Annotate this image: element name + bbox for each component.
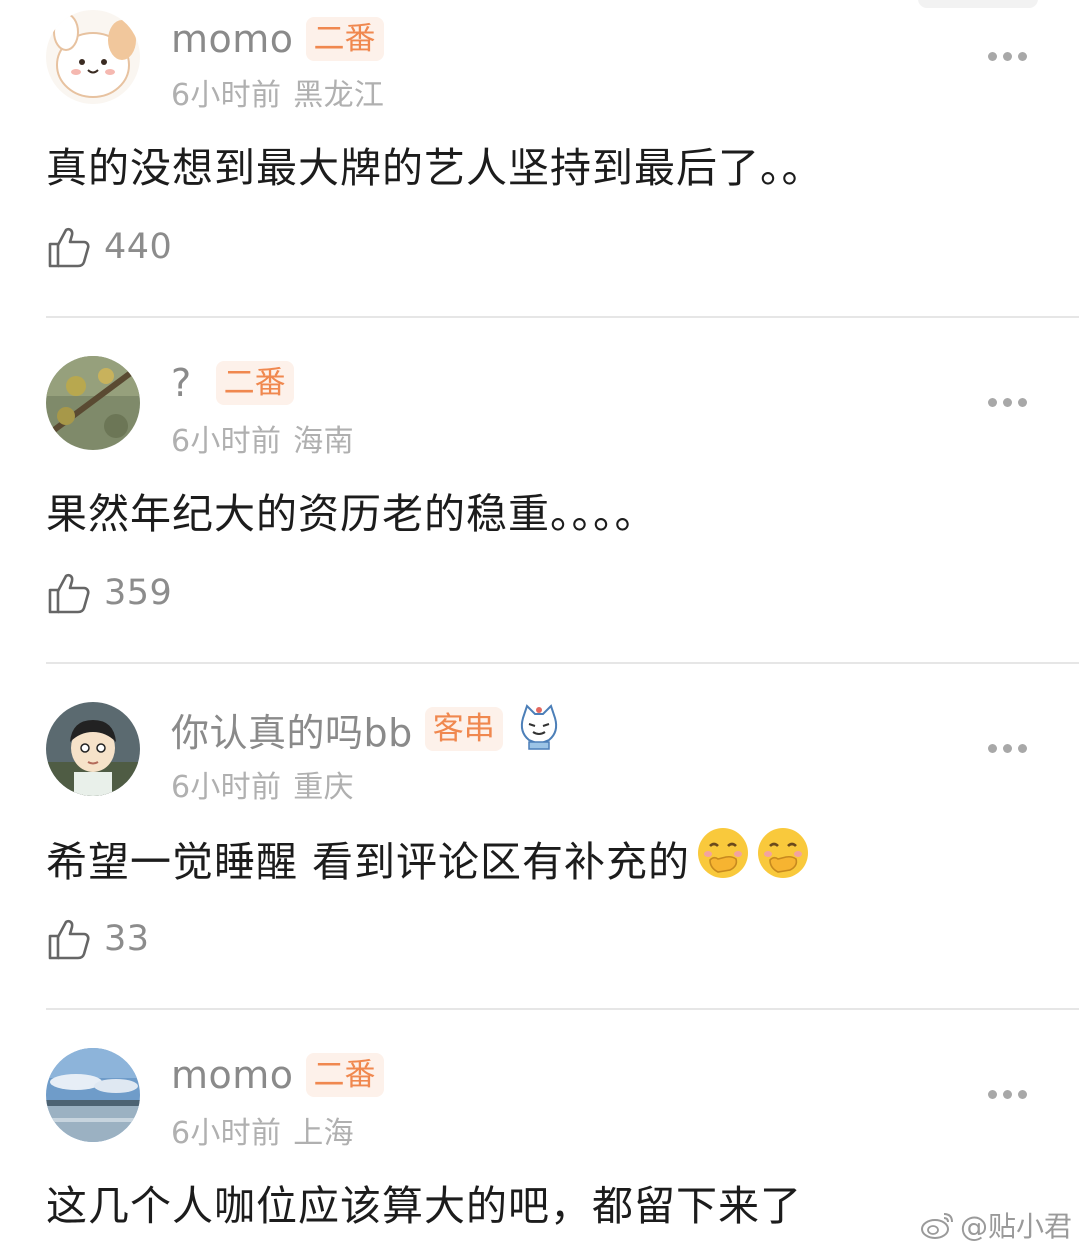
- top-scroll-indicator: [918, 0, 1038, 8]
- more-options-icon[interactable]: [988, 398, 1027, 407]
- avatar[interactable]: [46, 10, 140, 104]
- like-button[interactable]: 359: [46, 570, 172, 616]
- username[interactable]: momo: [171, 17, 294, 61]
- more-options-icon[interactable]: [988, 52, 1027, 61]
- role-badge: 客串: [424, 707, 503, 751]
- face-with-hand-over-mouth-emoji-icon: [756, 826, 810, 890]
- comment-meta: 6小时前 海南: [171, 416, 354, 460]
- comment-meta: 6小时前 黑龙江: [171, 70, 384, 114]
- watermark-text: @贴小君: [960, 1210, 1073, 1243]
- more-options-icon[interactable]: [988, 744, 1027, 753]
- comment-text: 希望一觉睡醒 看到评论区有补充的: [46, 838, 691, 886]
- cartoon-boy-avatar-icon: [46, 702, 140, 796]
- username[interactable]: momo: [171, 1053, 294, 1097]
- face-with-hand-over-mouth-emoji-icon: [696, 826, 750, 890]
- cat-emoji-icon: [517, 704, 561, 754]
- comment-location: 重庆: [293, 770, 354, 805]
- like-button[interactable]: 33: [46, 916, 150, 962]
- username[interactable]: ?: [171, 361, 192, 405]
- comment-meta: 6小时前 重庆: [171, 762, 354, 806]
- comment-text: 果然年纪大的资历老的稳重。。。。: [46, 490, 657, 538]
- role-badge: 二番: [305, 17, 384, 61]
- comment-time: 6小时前: [171, 78, 282, 113]
- divider: [46, 1008, 1079, 1010]
- avatar[interactable]: [46, 702, 140, 796]
- sky-photo-avatar-icon: [46, 1048, 140, 1142]
- comment-time: 6小时前: [171, 770, 282, 805]
- role-badge: 二番: [305, 1053, 384, 1097]
- avatar[interactable]: [46, 356, 140, 450]
- like-count: 440: [104, 227, 173, 267]
- username[interactable]: 你认真的吗bb: [171, 702, 413, 757]
- comment-location: 黑龙江: [293, 78, 385, 113]
- comment-location: 上海: [293, 1116, 354, 1151]
- comment-text: 真的没想到最大牌的艺人坚持到最后了。。: [46, 144, 824, 192]
- like-count: 359: [104, 573, 173, 613]
- role-badge: 二番: [215, 361, 294, 405]
- thumbs-up-icon: [48, 919, 90, 960]
- thumbs-up-icon: [48, 227, 90, 268]
- more-options-icon[interactable]: [988, 1090, 1027, 1099]
- comment-location: 海南: [293, 424, 354, 459]
- cartoon-bunny-avatar-icon: [46, 10, 140, 104]
- comment-text: 这几个人咖位应该算大的吧，都留下来了: [46, 1182, 802, 1230]
- plant-photo-avatar-icon: [46, 356, 140, 450]
- comment-text-row: 希望一觉睡醒 看到评论区有补充的: [46, 826, 810, 890]
- weibo-icon: [921, 1213, 953, 1239]
- like-button[interactable]: 440: [46, 224, 172, 270]
- thumbs-up-icon: [48, 573, 90, 614]
- divider: [46, 662, 1079, 664]
- like-count: 33: [104, 919, 150, 959]
- watermark: @贴小君: [920, 1205, 1072, 1245]
- divider: [46, 316, 1079, 318]
- avatar[interactable]: [46, 1048, 140, 1142]
- comment-time: 6小时前: [171, 1116, 282, 1151]
- comment-meta: 6小时前 上海: [171, 1108, 354, 1152]
- comment-time: 6小时前: [171, 424, 282, 459]
